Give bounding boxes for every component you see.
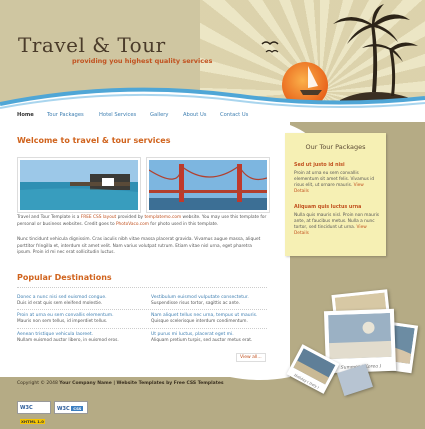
package-heading: Aliquam quis luctus urna — [294, 205, 362, 210]
destination-item: Ut purus mi luctus, placerat eget mi. Al… — [151, 332, 271, 343]
destination-link[interactable]: Donec a nunc nisi sed euismod congue. — [17, 295, 137, 300]
divider — [17, 287, 267, 288]
company-link[interactable]: Your Company Name — [59, 381, 112, 386]
nav-home[interactable]: Home — [17, 112, 34, 118]
destination-desc: Nullam euismod auctor libero, in euismod… — [17, 338, 119, 343]
destination-desc: Aliquam pretium turpis, sed auctor metus… — [151, 338, 253, 343]
destination-desc: Quisque scelerisque interdum condimentum… — [151, 319, 248, 324]
package-body: Nulla quis mauris nisl. Proin non mauris… — [294, 213, 380, 237]
sidebar-title: Our Tour Packages — [305, 143, 366, 151]
nav-contact-us[interactable]: Contact Us — [220, 112, 248, 118]
free-css-templates-link[interactable]: by Free CSS Templates — [165, 381, 224, 386]
destination-item: Aenean tristique vehicula laoreet. Nulla… — [17, 332, 137, 343]
copyright-text: Copyright © 2048 Your Company Name | Web… — [17, 381, 224, 386]
destination-link[interactable]: Proin at urna eu sem convallis elementum… — [17, 313, 137, 318]
divider — [17, 328, 267, 329]
intro-paragraph-2: Nunc tincidunt vehicula dignissim. Cras … — [17, 237, 261, 255]
copyright-prefix: Copyright © 2048 — [17, 381, 60, 386]
destination-desc: Mauris non sem tellus, id imperdiet tell… — [17, 319, 108, 324]
destination-item: Nam aliquet tellus nec urna, tempus ut m… — [151, 313, 271, 324]
nav-gallery[interactable]: Gallery — [150, 112, 168, 118]
xhtml-valid-badge[interactable]: W3C XHTML 1.0 — [17, 401, 51, 424]
site-tagline: providing you highest quality services — [72, 57, 213, 65]
package-body: Proin at urna eu sem convallis elementum… — [294, 171, 380, 195]
destination-item: Donec a nunc nisi sed euismod congue. Du… — [17, 295, 137, 306]
free-css-link[interactable]: FREE CSS layout — [81, 215, 116, 220]
destination-desc: Suspendisse risus tortor, sagittis ac an… — [151, 301, 240, 306]
destination-desc: Duis id erat quis sem eleifend molestie. — [17, 301, 103, 306]
popular-destinations-heading: Popular Destinations — [17, 273, 112, 282]
welcome-heading: Welcome to travel & tour services — [17, 136, 171, 145]
divider — [17, 309, 267, 310]
view-all-button[interactable]: View all... — [236, 353, 266, 362]
intro-paragraph-1: Travel and Tour Template is a FREE CSS l… — [17, 215, 267, 228]
pier-photo — [17, 157, 141, 213]
website-templates-link[interactable]: | Website Templates — [112, 381, 164, 386]
nav-tour-packages[interactable]: Tour Packages — [47, 112, 84, 118]
destination-link[interactable]: Nam aliquet tellus nec urna, tempus ut m… — [151, 313, 271, 318]
destination-link[interactable]: Ut purus mi luctus, placerat eget mi. — [151, 332, 271, 337]
intro-text: for photo used in this template. — [148, 221, 219, 227]
bridge-photo — [146, 157, 270, 213]
destination-link[interactable]: Vestibulum euismod vulputate consectetur… — [151, 295, 271, 300]
w3c-logo: W3C — [20, 405, 33, 411]
intro-text: provided by — [116, 215, 145, 220]
badge-label: CSS — [71, 406, 84, 411]
w3c-logo: W3C — [57, 406, 70, 412]
destination-item: Proin at urna eu sem convallis elementum… — [17, 313, 137, 324]
main-navigation: Home Tour Packages Hotel Services Galler… — [0, 104, 290, 126]
tour-packages-sidebar: Our Tour Packages Sed ut justo id nisi P… — [285, 133, 386, 256]
destination-item: Vestibulum euismod vulputate consectetur… — [151, 295, 271, 306]
badge-label: XHTML 1.0 — [20, 419, 45, 424]
intro-text: Travel and Tour Template is a — [17, 215, 81, 220]
nav-about-us[interactable]: About Us — [183, 112, 207, 118]
site-logo[interactable]: Travel & Tour — [18, 33, 166, 57]
photovaco-link[interactable]: PhotoVaco.com — [116, 222, 149, 227]
package-heading: Sed ut justo id nisi — [294, 163, 345, 168]
nav-hotel-services[interactable]: Hotel Services — [99, 112, 136, 118]
templatemo-link[interactable]: templatemo.com — [144, 215, 181, 220]
destination-link[interactable]: Aenean tristique vehicula laoreet. — [17, 332, 137, 337]
css-valid-badge[interactable]: W3C CSS — [54, 401, 88, 414]
